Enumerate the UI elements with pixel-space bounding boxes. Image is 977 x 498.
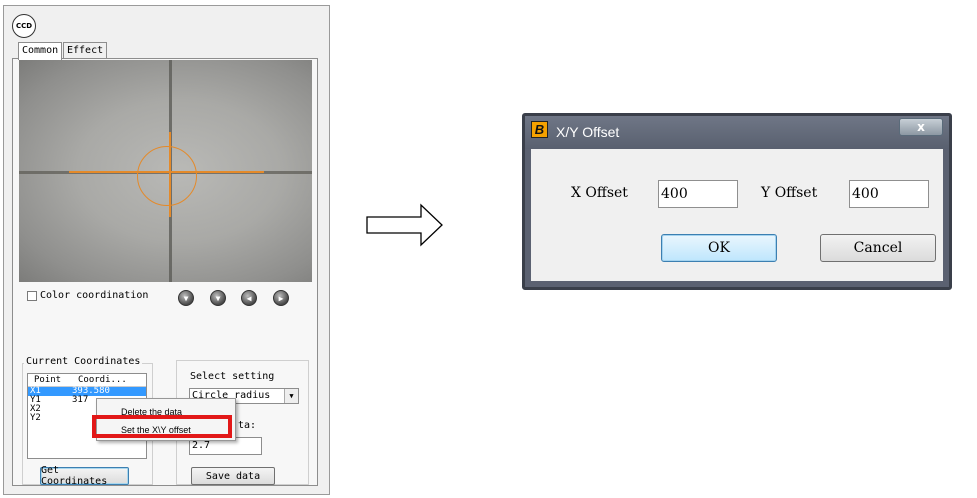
close-icon: x (917, 120, 925, 134)
dialog-title: X/Y Offset (556, 124, 620, 140)
chevron-down-icon[interactable]: ▼ (284, 389, 298, 403)
y-offset-label: Y Offset (761, 185, 818, 201)
save-data-button[interactable]: Save data (191, 467, 275, 485)
column-coordinate[interactable]: Coordi... (72, 374, 127, 386)
select-setting-title: Select setting (188, 371, 277, 382)
x-offset-label: X Offset (571, 185, 628, 201)
current-coordinates-title: Current Coordinates (24, 356, 143, 367)
dialog-body: X Offset 400 Y Offset 400 OK Cancel (531, 149, 943, 281)
arrow-right-icon: ▶ (278, 293, 284, 303)
move-left-button[interactable]: ◀ (241, 290, 257, 306)
x-offset-input[interactable]: 400 (658, 180, 738, 208)
get-coordinates-button[interactable]: Get Coordinates (40, 465, 129, 487)
row-point: Y2 (30, 413, 41, 423)
y-offset-input[interactable]: 400 (849, 180, 929, 208)
xy-offset-dialog: B X/Y Offset x X Offset 400 Y Offset 400… (522, 113, 952, 290)
color-coordination-option[interactable]: Color coordination (27, 290, 148, 301)
ccd-logo[interactable]: CCD (12, 14, 36, 38)
crosshair-circle (137, 146, 197, 206)
camera-view[interactable] (19, 60, 312, 282)
arrow-down-icon: ▼ (215, 293, 221, 303)
row-value: 317 (72, 395, 89, 405)
ok-button[interactable]: OK (661, 234, 777, 262)
move-down-button-2[interactable]: ▼ (210, 290, 226, 306)
app-logo-icon: B (531, 121, 548, 138)
move-down-button[interactable]: ▼ (178, 290, 194, 306)
cancel-button[interactable]: Cancel (820, 234, 936, 262)
color-coordination-checkbox[interactable] (27, 290, 37, 301)
data-label: ta: (238, 420, 257, 431)
highlight-box (92, 415, 232, 438)
dialog-title-bar[interactable]: B X/Y Offset x (525, 116, 949, 149)
arrow-left-icon: ◀ (246, 293, 252, 303)
tab-common[interactable]: Common (18, 42, 63, 60)
tab-effect[interactable]: Effect (63, 42, 108, 59)
move-right-button[interactable]: ▶ (273, 290, 289, 306)
arrow-down-icon: ▼ (183, 293, 189, 303)
right-arrow-icon (366, 203, 443, 247)
column-point[interactable]: Point (28, 374, 72, 386)
color-coordination-label: Color coordination (40, 290, 149, 301)
close-button[interactable]: x (899, 118, 943, 136)
